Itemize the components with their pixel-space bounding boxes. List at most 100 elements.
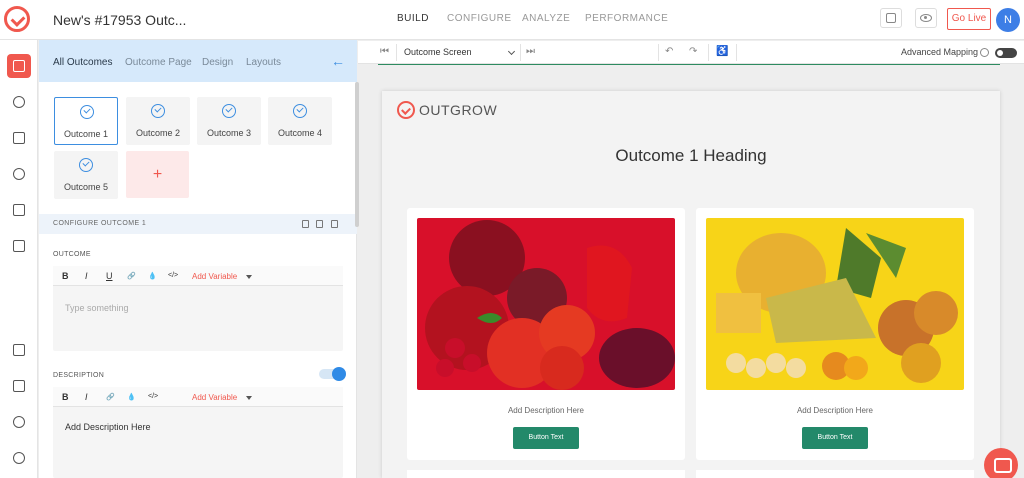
layout-icon — [13, 60, 25, 72]
link-icon[interactable]: 🔗 — [106, 393, 115, 401]
rail-mobile-item[interactable] — [7, 234, 31, 258]
link-icon[interactable]: 🔗 — [127, 272, 136, 280]
check-circle-icon — [293, 104, 307, 118]
underline-button[interactable]: U — [106, 271, 113, 281]
outcome-card-1[interactable]: Outcome 1 — [54, 97, 118, 145]
rail-user-item[interactable] — [7, 90, 31, 114]
description-label: DESCRIPTION — [53, 372, 105, 379]
outcomes-panel: All Outcomes Outcome Page Design Layouts… — [39, 40, 357, 478]
outcome-card-label: Outcome 1 — [63, 129, 109, 139]
add-outcome-button[interactable]: + — [126, 151, 189, 198]
outcome-editor-toolbar: B I U 🔗 💧 </> Add Variable — [53, 266, 343, 286]
chat-bubble-icon[interactable] — [984, 448, 1018, 478]
card-button[interactable]: Button Text — [802, 427, 868, 449]
card-button[interactable]: Button Text — [513, 427, 579, 449]
rail-tools-item[interactable] — [7, 374, 31, 398]
outcome-canvas: OUTGROW Outcome 1 Heading Add Descriptio… — [382, 91, 1000, 478]
outcome-card-5[interactable]: Outcome 5 — [54, 151, 118, 199]
outcome-label: OUTCOME — [53, 251, 91, 258]
rail-paint-item[interactable] — [7, 126, 31, 150]
check-circle-icon — [79, 158, 93, 172]
divider — [658, 44, 659, 61]
document-title[interactable]: New's #17953 Outc... — [53, 12, 186, 28]
nav-build[interactable]: BUILD — [397, 13, 429, 24]
panel-tabs: All Outcomes Outcome Page Design Layouts… — [39, 40, 357, 82]
rail-tag-item[interactable] — [7, 338, 31, 362]
edit-icon[interactable] — [302, 220, 309, 228]
toggle-knob — [997, 50, 1003, 56]
outcome-card-right[interactable]: Add Description Here Button Text — [696, 208, 974, 460]
code-icon[interactable]: </> — [168, 272, 178, 279]
user-icon — [13, 96, 25, 108]
outcome-editor[interactable]: B I U 🔗 💧 </> Add Variable Type somethin… — [53, 266, 343, 351]
outgrow-logo-icon — [397, 101, 415, 119]
tag-icon — [13, 344, 25, 356]
rail-pricing-item[interactable] — [7, 198, 31, 222]
sync-icon — [13, 416, 25, 428]
description-editor[interactable]: B I 🔗 💧 </> Add Variable Add Description… — [53, 387, 343, 478]
redo-icon[interactable]: ↷ — [689, 46, 697, 57]
accessibility-icon[interactable]: ♿ — [716, 46, 728, 57]
rail-build-item[interactable] — [7, 54, 31, 78]
screen-select[interactable]: Outcome Screen — [404, 47, 472, 57]
rail-sync-item[interactable] — [7, 410, 31, 434]
back-arrow-icon[interactable]: ← — [331, 53, 345, 69]
divider — [396, 44, 397, 61]
skip-back-icon[interactable]: ⏮ — [380, 46, 389, 57]
panel-scrollbar[interactable] — [355, 82, 359, 227]
chevron-down-icon — [507, 47, 516, 56]
configure-outcome-bar: CONFIGURE OUTCOME 1 — [39, 214, 357, 234]
bold-button[interactable]: B — [62, 271, 69, 281]
undo-icon[interactable]: ↶ — [665, 46, 673, 57]
italic-button[interactable]: I — [85, 392, 88, 402]
preview-button[interactable] — [915, 8, 937, 28]
code-icon[interactable]: </> — [148, 393, 158, 400]
italic-button[interactable]: I — [85, 271, 88, 281]
copy-button[interactable] — [880, 8, 902, 28]
outcome-card-row2-left[interactable] — [407, 470, 685, 478]
tab-outcome-page[interactable]: Outcome Page — [125, 57, 192, 68]
chevron-down-icon — [246, 275, 252, 279]
description-toggle[interactable] — [319, 367, 346, 381]
outcome-heading[interactable]: Outcome 1 Heading — [382, 146, 1000, 166]
add-variable-dropdown[interactable]: Add Variable — [192, 272, 237, 281]
toggle-knob — [332, 367, 346, 381]
color-drop-icon[interactable]: 💧 — [127, 393, 136, 401]
advanced-mapping-toggle[interactable] — [995, 48, 1017, 58]
rail-help-item[interactable] — [7, 446, 31, 470]
color-drop-icon[interactable]: 💧 — [148, 272, 157, 280]
bold-button[interactable]: B — [62, 392, 69, 402]
tools-icon — [13, 380, 25, 392]
outcome-card-row2-right[interactable] — [696, 470, 974, 478]
outcome-card-2[interactable]: Outcome 2 — [126, 97, 190, 145]
info-icon[interactable] — [980, 48, 989, 57]
nav-performance[interactable]: PERFORMANCE — [585, 13, 668, 24]
tab-design[interactable]: Design — [202, 57, 233, 68]
add-variable-dropdown[interactable]: Add Variable — [192, 393, 237, 402]
check-circle-icon — [222, 104, 236, 118]
duplicate-icon[interactable] — [316, 220, 323, 228]
outcome-card-3[interactable]: Outcome 3 — [197, 97, 261, 145]
description-text[interactable]: Add Description Here — [65, 422, 151, 432]
tab-all-outcomes[interactable]: All Outcomes — [53, 57, 112, 68]
outcome-card-label: Outcome 5 — [63, 182, 109, 192]
chevron-down-icon — [246, 396, 252, 400]
outcome-card-left[interactable]: Add Description Here Button Text — [407, 208, 685, 460]
outgrow-logo-icon[interactable] — [4, 6, 30, 32]
nav-configure[interactable]: CONFIGURE — [447, 13, 512, 24]
eye-icon — [920, 14, 932, 22]
trash-icon[interactable] — [331, 220, 338, 228]
outcome-input-placeholder[interactable]: Type something — [65, 303, 129, 313]
go-live-button[interactable]: Go Live — [947, 8, 991, 30]
dollar-icon — [13, 204, 25, 216]
tab-layouts[interactable]: Layouts — [246, 57, 281, 68]
divider — [708, 44, 709, 61]
card-description[interactable]: Add Description Here — [696, 406, 974, 415]
nav-analyze[interactable]: ANALYZE — [522, 13, 570, 24]
rail-settings-item[interactable] — [7, 162, 31, 186]
avatar[interactable]: N — [996, 8, 1020, 32]
skip-forward-icon[interactable]: ⏭ — [526, 46, 535, 57]
check-circle-icon — [151, 104, 165, 118]
card-description[interactable]: Add Description Here — [407, 406, 685, 415]
outcome-card-4[interactable]: Outcome 4 — [268, 97, 332, 145]
